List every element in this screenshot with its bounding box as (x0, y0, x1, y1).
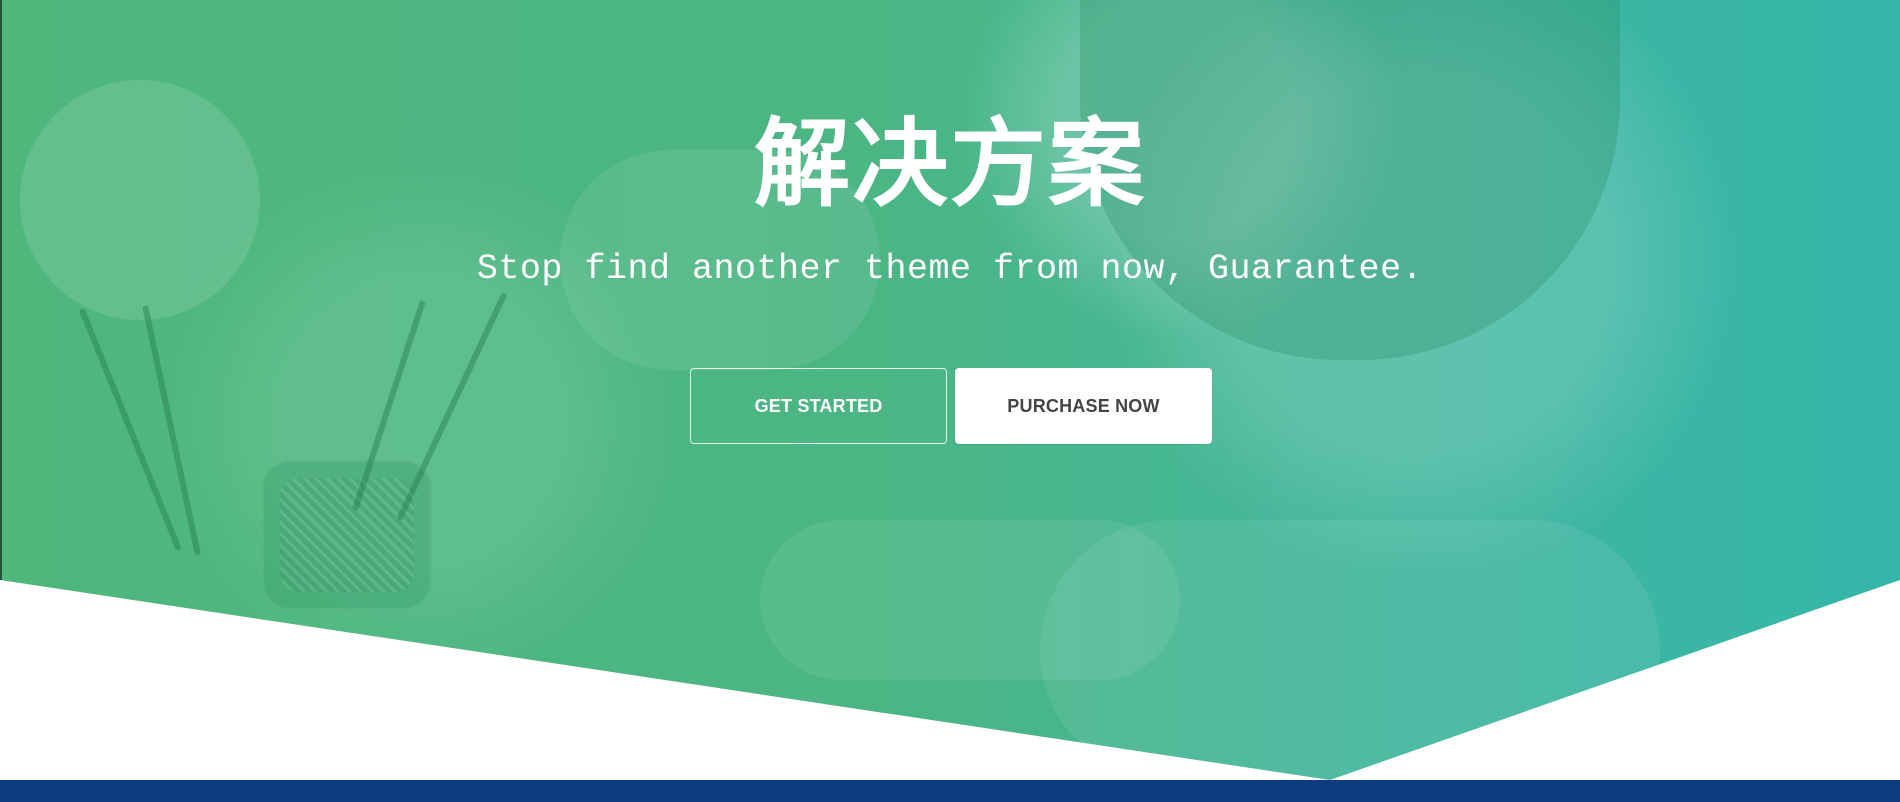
get-started-button[interactable]: GET STARTED (690, 368, 947, 444)
hero-title: 解决方案 (754, 108, 1146, 220)
hero-content: 解决方案 Stop find another theme from now, G… (0, 0, 1900, 780)
hero-subtitle: Stop find another theme from now, Guaran… (476, 249, 1424, 289)
purchase-now-button[interactable]: PURCHASE NOW (955, 368, 1212, 444)
bottom-bar (0, 780, 1900, 802)
hero-section: 解决方案 Stop find another theme from now, G… (0, 0, 1900, 802)
